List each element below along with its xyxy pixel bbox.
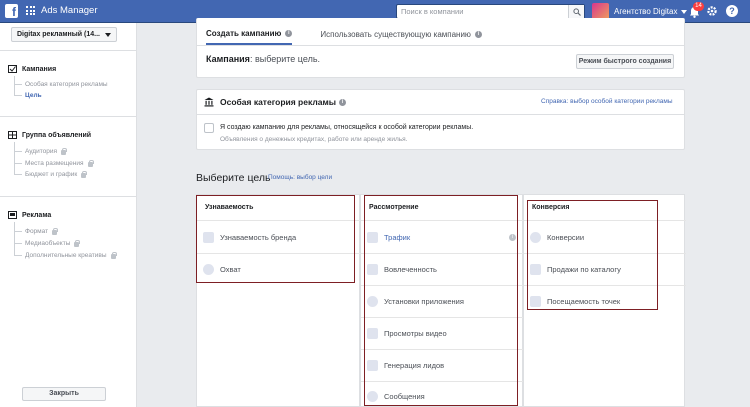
app-title: Ads Manager (41, 5, 98, 16)
lock-icon (110, 252, 117, 259)
lock-icon (87, 160, 94, 167)
highlight-box-conversion (527, 200, 658, 310)
search-input[interactable] (397, 5, 567, 18)
lock-icon (52, 228, 59, 235)
sidebar-section-adset[interactable]: Группа объявлений (8, 131, 91, 139)
sidebar-section-title: Кампания (22, 65, 57, 73)
sidebar-item-special-category[interactable]: Особая категория рекламы (25, 81, 108, 88)
lock-icon (61, 148, 68, 155)
tree-tick (14, 174, 22, 175)
search-button[interactable] (568, 5, 584, 18)
special-category-title: Особая категория рекламы (220, 97, 337, 107)
quick-creation-button[interactable]: Режим быстрого создания (576, 54, 674, 69)
gear-icon[interactable] (706, 5, 718, 17)
tab-create-campaign[interactable]: Создать кампанию i (206, 23, 293, 45)
close-button[interactable]: Закрыть (22, 387, 106, 401)
special-category-checkbox-label: Я создаю кампанию для рекламы, относящей… (220, 124, 474, 131)
sidebar-item-media[interactable]: Медиаобъекты (25, 240, 81, 247)
tree-line (14, 76, 15, 95)
search-icon (573, 8, 581, 16)
lock-icon (81, 171, 88, 178)
ad-account-select[interactable]: Digitax рекламный (14... (11, 27, 117, 42)
sidebar-divider (0, 116, 136, 117)
tree-tick (14, 243, 22, 244)
sidebar: Digitax рекламный (14... Кампания Особая… (0, 23, 137, 407)
bank-building-icon (204, 97, 214, 107)
objective-heading: Выберите цель (196, 172, 271, 184)
search-box (396, 4, 585, 19)
tree-line (14, 222, 15, 255)
chevron-down-icon (681, 9, 688, 14)
adset-grid-icon (8, 131, 17, 139)
tree-tick (14, 231, 22, 232)
tabs-divider (196, 45, 685, 46)
sidebar-item-objective[interactable]: Цель (25, 92, 42, 99)
campaign-prompt: Кампания: выберите цель. (206, 54, 321, 64)
sidebar-item-audience[interactable]: Аудитория (25, 148, 68, 155)
tree-tick (14, 151, 22, 152)
sidebar-divider (0, 196, 136, 197)
account-name: Агентство Digitax (614, 7, 678, 16)
highlight-box-awareness (196, 195, 355, 283)
lock-icon (74, 240, 81, 247)
special-category-checkbox-description: Объявления о денежных кредитах, работе и… (220, 136, 408, 143)
highlight-box-consideration (364, 195, 518, 406)
campaign-checkbox-icon (8, 65, 17, 73)
special-category-heading: Особая категория рекламы i (204, 97, 347, 107)
info-icon[interactable]: i (285, 30, 293, 37)
tab-use-existing-campaign[interactable]: Использовать существующую кампанию i (320, 23, 482, 45)
apps-grid-icon[interactable] (26, 6, 35, 15)
chevron-down-icon (105, 33, 111, 37)
ad-account-select-label: Digitax рекламный (14... (17, 31, 100, 38)
info-icon[interactable]: i (474, 30, 482, 38)
help-icon[interactable]: ? (726, 5, 738, 17)
sidebar-item-extra-creatives[interactable]: Дополнительные креативы (25, 252, 117, 259)
special-category-checkbox[interactable] (204, 123, 214, 133)
tree-tick (14, 95, 22, 96)
special-category-help-link[interactable]: Справка: выбор особой категории рекламы (541, 98, 673, 105)
special-category-divider (196, 114, 685, 115)
campaign-tabs: Создать кампанию i Использовать существую… (206, 23, 510, 45)
sidebar-divider (0, 50, 136, 51)
tree-tick (14, 84, 22, 85)
sidebar-section-title: Реклама (22, 211, 52, 219)
tree-tick (14, 255, 22, 256)
ad-rectangle-icon (8, 211, 17, 219)
objective-help-link[interactable]: Помощь: выбор цели (268, 174, 332, 181)
tree-tick (14, 163, 22, 164)
facebook-logo-icon[interactable]: f (5, 4, 18, 18)
sidebar-item-budget[interactable]: Бюджет и график (25, 171, 88, 178)
sidebar-item-placements[interactable]: Места размещения (25, 160, 94, 167)
sidebar-section-ad[interactable]: Реклама (8, 211, 51, 219)
notifications-badge: 14 (693, 2, 704, 11)
tree-line (14, 142, 15, 174)
sidebar-item-format[interactable]: Формат (25, 228, 59, 235)
info-icon[interactable]: i (339, 98, 347, 106)
sidebar-section-title: Группа объявлений (22, 131, 92, 139)
sidebar-section-campaign[interactable]: Кампания (8, 65, 56, 73)
